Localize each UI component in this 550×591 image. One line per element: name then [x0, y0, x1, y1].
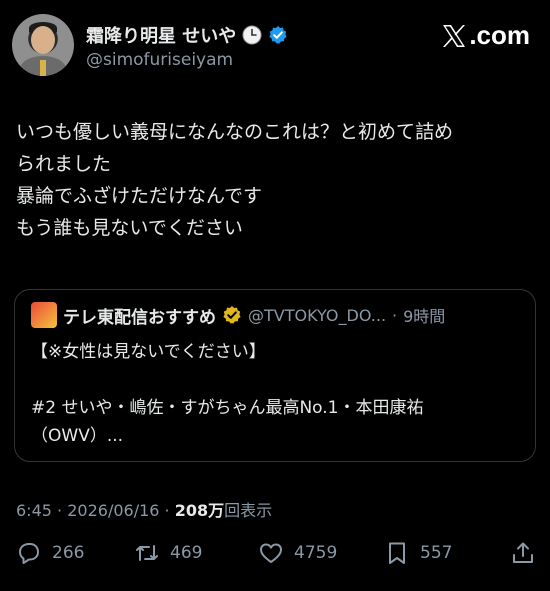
quote-body: 【※女性は見ないでください】 #2 せいや・嶋佐・すがちゃん最高No.1・本田康…: [31, 338, 526, 450]
verified-badge-icon: [269, 26, 287, 44]
quote-tweet-card[interactable]: テレ東配信おすすめ @TVTOKYO_DO... · 9時間 【※女性は見ないで…: [14, 289, 536, 462]
x-logo-icon: [443, 24, 466, 47]
bookmark-icon: [389, 542, 405, 564]
view-count: 208万: [174, 501, 225, 520]
share-button[interactable]: [510, 540, 536, 566]
author-name-row: 霜降り明星 せいや: [86, 22, 288, 48]
timestamp-separator: ·: [57, 501, 63, 520]
action-bar: 266 469 4759 557: [16, 540, 536, 572]
like-count: 4759: [294, 543, 338, 563]
reply-count: 266: [52, 543, 85, 563]
tweet-date[interactable]: 2026/06/16: [67, 501, 159, 520]
tweet-line: いつも優しい義母になんなのこれは？と初めて詰め: [16, 121, 454, 143]
tweet-text: いつも優しい義母になんなのこれは？と初めて詰め られました 暴論でふざけただけな…: [16, 116, 536, 244]
author-avatar[interactable]: [12, 14, 74, 76]
reply-icon: [19, 543, 39, 564]
quote-author-avatar[interactable]: [31, 302, 57, 328]
share-icon: [513, 542, 533, 563]
clock-icon: [242, 25, 262, 45]
repost-button[interactable]: 469: [134, 540, 202, 566]
quote-author-name[interactable]: テレ東配信おすすめ: [63, 303, 216, 328]
repost-count: 469: [170, 543, 203, 563]
tweet-line: られました: [16, 153, 112, 175]
quote-time[interactable]: 9時間: [403, 303, 445, 327]
heart-icon: [260, 543, 282, 563]
x-com-branding: .com: [441, 20, 530, 51]
like-button[interactable]: 4759: [258, 540, 337, 566]
tweet-line: もう誰も見ないでください: [16, 217, 243, 239]
tweet-line: 暴論でふざけただけなんです: [16, 185, 263, 207]
timestamp-separator: ·: [164, 501, 170, 520]
quote-line: （OWV）...: [31, 426, 124, 446]
tweet-header: 霜降り明星 せいや @simofuriseiyam .com: [12, 14, 530, 78]
bookmark-button[interactable]: 557: [384, 540, 452, 566]
bookmark-count: 557: [420, 543, 453, 563]
reply-button[interactable]: 266: [16, 540, 84, 566]
author-display-name[interactable]: 霜降り明星 せいや: [86, 22, 236, 48]
quote-line: 【※女性は見ないでください】: [31, 342, 266, 362]
view-label: 回表示: [224, 501, 273, 520]
quote-author-handle[interactable]: @TVTOKYO_DO...: [248, 306, 386, 325]
author-handle[interactable]: @simofuriseiyam: [86, 50, 233, 70]
quote-header: テレ東配信おすすめ @TVTOKYO_DO... · 9時間: [31, 302, 445, 328]
repost-icon: [136, 545, 158, 561]
x-com-label: .com: [469, 20, 530, 50]
quote-line: #2 せいや・嶋佐・すがちゃん最高No.1・本田康祐: [31, 398, 424, 418]
tweet-time[interactable]: 6:45: [16, 501, 52, 520]
verified-org-badge-icon: [223, 306, 241, 324]
tweet-timestamp: 6:45 · 2026/06/16 · 208万回表示: [16, 497, 272, 521]
quote-separator: ·: [392, 305, 398, 325]
